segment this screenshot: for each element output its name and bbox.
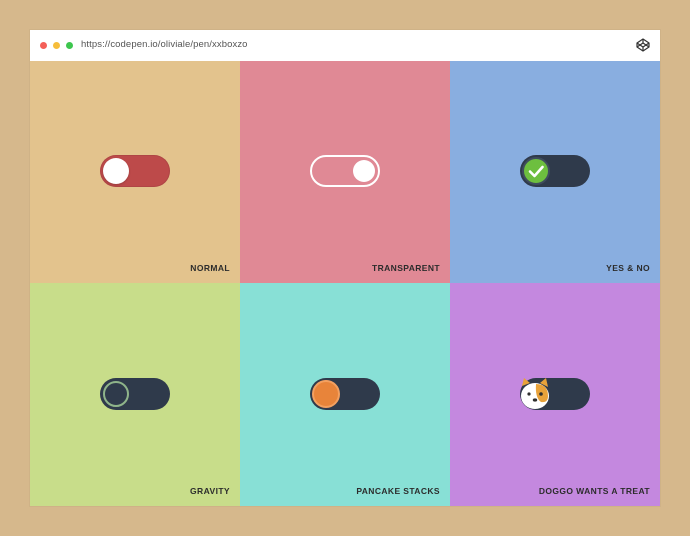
close-window-button[interactable] — [40, 42, 47, 49]
yesno-toggle[interactable] — [520, 155, 590, 187]
pancake-label: PANCAKE STACKS — [356, 486, 440, 496]
yesno-label: YES & NO — [606, 263, 650, 273]
toggle-knob — [103, 381, 129, 407]
dog-face-icon — [521, 378, 549, 409]
doggo-label: DOGGO WANTS A TREAT — [538, 486, 650, 496]
toggle-grid: NORMAL TRANSPARENT YES & NO GRAVITY PANC… — [30, 61, 660, 506]
doggo-toggle[interactable] — [520, 378, 590, 410]
checkmark-icon — [522, 157, 550, 185]
pancake-cell: PANCAKE STACKS — [240, 283, 450, 506]
toggle-knob — [103, 158, 129, 184]
browser-window: https://codepen.io/oliviale/pen/xxboxzo … — [30, 30, 660, 506]
toggle-knob — [353, 160, 375, 182]
transparent-cell: TRANSPARENT — [240, 61, 450, 283]
pancake-toggle[interactable] — [310, 378, 380, 410]
normal-label: NORMAL — [190, 263, 230, 273]
gravity-cell: GRAVITY — [30, 283, 240, 506]
maximize-window-button[interactable] — [66, 42, 73, 49]
minimize-window-button[interactable] — [53, 42, 60, 49]
normal-toggle[interactable] — [100, 155, 170, 187]
codepen-icon[interactable] — [636, 38, 650, 52]
doggo-cell: DOGGO WANTS A TREAT — [450, 283, 660, 506]
normal-cell: NORMAL — [30, 61, 240, 283]
transparent-toggle[interactable] — [310, 155, 380, 187]
transparent-label: TRANSPARENT — [372, 263, 440, 273]
browser-topbar: https://codepen.io/oliviale/pen/xxboxzo — [30, 30, 660, 60]
pancake-icon — [312, 380, 340, 408]
yesno-cell: YES & NO — [450, 61, 660, 283]
gravity-toggle[interactable] — [100, 378, 170, 410]
gravity-label: GRAVITY — [190, 486, 230, 496]
address-bar-url[interactable]: https://codepen.io/oliviale/pen/xxboxzo — [81, 39, 248, 50]
